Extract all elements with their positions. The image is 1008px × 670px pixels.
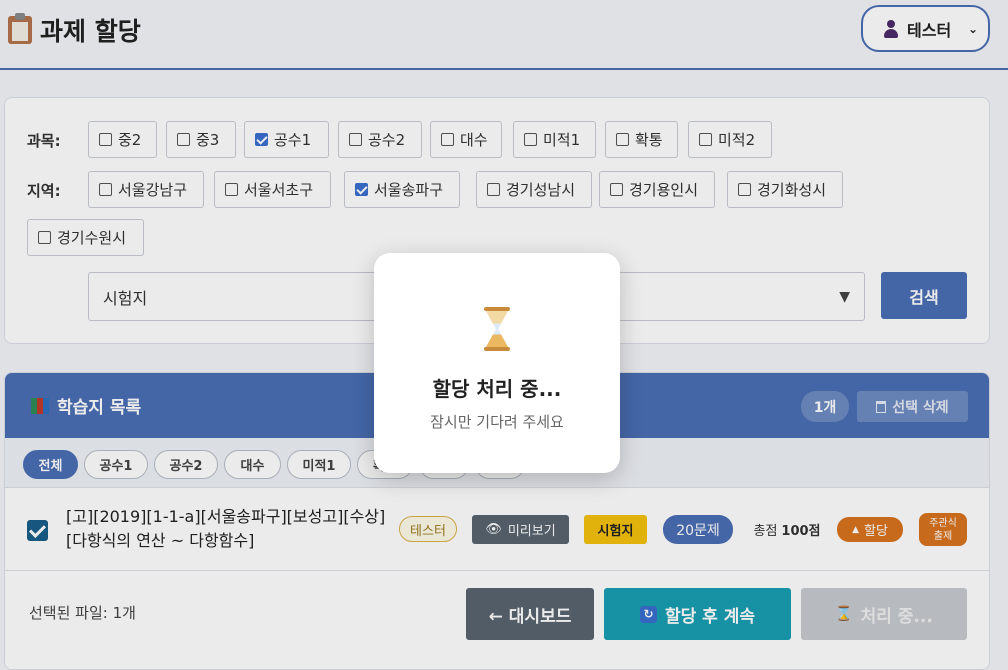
modal-title: 할당 처리 중... — [432, 377, 562, 401]
hourglass-icon — [481, 307, 513, 351]
processing-modal: 할당 처리 중... 잠시만 기다려 주세요 — [374, 253, 620, 473]
modal-subtitle: 잠시만 기다려 주세요 — [430, 413, 564, 431]
